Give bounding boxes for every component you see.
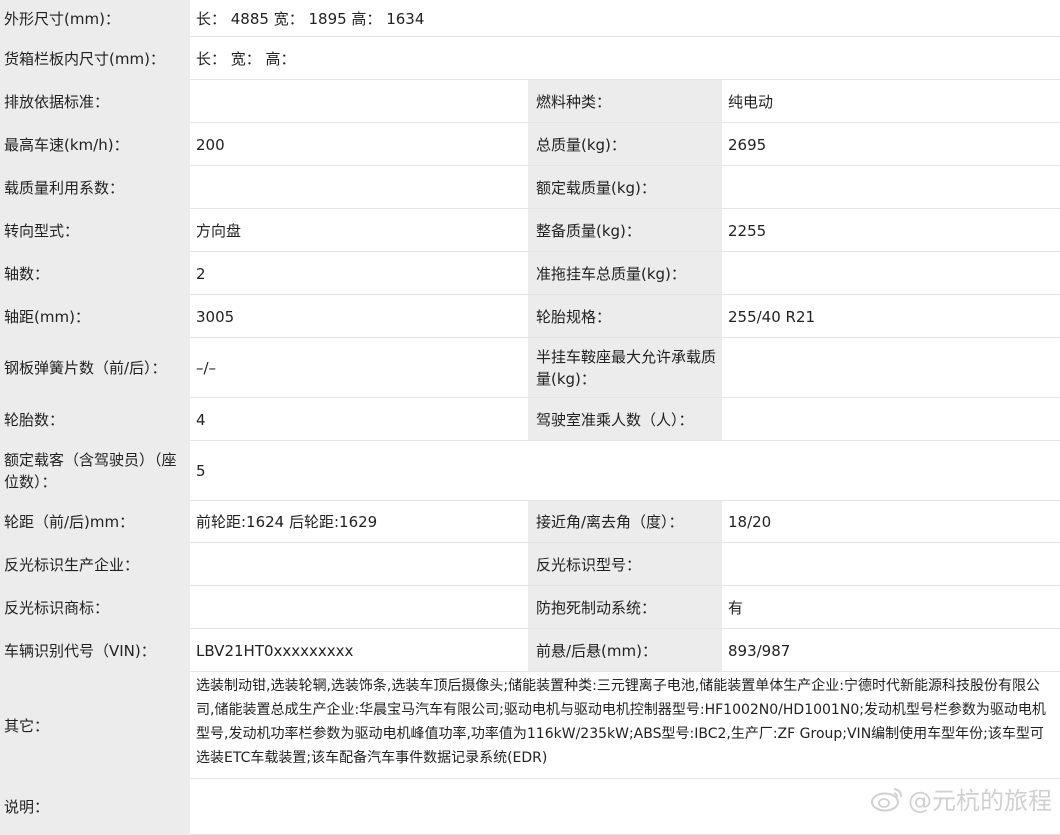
spec-row: 车辆识别代号（VIN)： LBV21HT0xxxxxxxxx 前悬/后悬(mm)： 8… xyxy=(0,629,1060,672)
field-value xyxy=(190,543,528,586)
field-value xyxy=(722,166,1060,209)
field-value: 选装制动钳,选装轮辋,选装饰条,选装车顶后摄像头;储能装置种类:三元锂离子电池,… xyxy=(190,672,1060,779)
field-label: 轮胎规格： xyxy=(528,295,722,338)
field-value: –/– xyxy=(190,338,528,398)
field-value xyxy=(722,252,1060,295)
field-label: 反光标识型号： xyxy=(528,543,722,586)
field-value: 2695 xyxy=(722,123,1060,166)
field-value xyxy=(190,166,528,209)
field-value xyxy=(722,543,1060,586)
field-label: 防抱死制动系统： xyxy=(528,586,722,629)
field-value xyxy=(190,586,528,629)
spec-row: 载质量利用系数： 额定载质量(kg)： xyxy=(0,166,1060,209)
field-value: 纯电动 xyxy=(722,80,1060,123)
spec-row: 轴距(mm)： 3005 轮胎规格： 255/40 R21 xyxy=(0,295,1060,338)
spec-row: 轮距（前/后)mm： 前轮距:1624 后轮距:1629 接近角/离去角（度）： 18… xyxy=(0,501,1060,543)
field-label: 说明： xyxy=(0,779,190,835)
field-label: 接近角/离去角（度）： xyxy=(528,501,722,543)
field-value xyxy=(722,398,1060,441)
vehicle-spec-table: 外形尺寸(mm)： 长： 4885 宽： 1895 高： 1634 货箱栏板内尺寸(… xyxy=(0,0,1060,835)
field-value: 长： 宽： 高： xyxy=(190,37,1060,80)
field-label: 总质量(kg)： xyxy=(528,123,722,166)
spec-row: 外形尺寸(mm)： 长： 4885 宽： 1895 高： 1634 xyxy=(0,0,1060,37)
field-label: 轴数： xyxy=(0,252,190,295)
field-label: 燃料种类： xyxy=(528,80,722,123)
spec-row: 额定载客（含驾驶员）（座位数）： 5 xyxy=(0,441,1060,501)
spec-row: 反光标识商标： 防抱死制动系统：有 xyxy=(0,586,1060,629)
field-label: 车辆识别代号（VIN)： xyxy=(0,629,190,672)
spec-row: 排放依据标准： 燃料种类： 纯电动 xyxy=(0,80,1060,123)
field-label: 其它： xyxy=(0,672,190,779)
spec-row: 轴数： 2 准拖挂车总质量(kg)： xyxy=(0,252,1060,295)
field-value xyxy=(190,80,528,123)
watermark: @元杭的旅程 xyxy=(870,781,1052,816)
field-label: 驾驶室准乘人数（人）： xyxy=(528,398,722,441)
field-value: 有 xyxy=(722,586,1060,629)
spec-row: 最高车速(km/h)： 200 总质量(kg)： 2695 xyxy=(0,123,1060,166)
spec-row: 轮胎数： 4 驾驶室准乘人数（人）： xyxy=(0,398,1060,441)
field-label: 前悬/后悬(mm)： xyxy=(528,629,722,672)
field-label: 货箱栏板内尺寸(mm)： xyxy=(0,37,190,80)
field-value: 200 xyxy=(190,123,528,166)
field-label: 轮胎数： xyxy=(0,398,190,441)
field-label: 额定载客（含驾驶员）（座位数）： xyxy=(0,441,190,501)
field-value: 18/20 xyxy=(722,501,1060,543)
field-label: 转向型式： xyxy=(0,209,190,252)
field-value: 5 xyxy=(190,441,1060,501)
field-value: 3005 xyxy=(190,295,528,338)
field-label: 额定载质量(kg)： xyxy=(528,166,722,209)
field-value: 2255 xyxy=(722,209,1060,252)
field-label: 轴距(mm)： xyxy=(0,295,190,338)
spec-row: 货箱栏板内尺寸(mm)： 长： 宽： 高： xyxy=(0,37,1060,80)
field-value: 2 xyxy=(190,252,528,295)
field-value: 方向盘 xyxy=(190,209,528,252)
field-label: 半挂车鞍座最大允许承载质量(kg)： xyxy=(528,338,722,398)
field-label: 外形尺寸(mm)： xyxy=(0,0,190,37)
field-label: 准拖挂车总质量(kg)： xyxy=(528,252,722,295)
field-label: 最高车速(km/h)： xyxy=(0,123,190,166)
field-value: 前轮距:1624 后轮距:1629 xyxy=(190,501,528,543)
field-label: 整备质量(kg)： xyxy=(528,209,722,252)
weibo-icon xyxy=(871,787,902,811)
spec-row: 钢板弹簧片数（前/后）： –/– 半挂车鞍座最大允许承载质量(kg)： xyxy=(0,338,1060,398)
field-label: 轮距（前/后)mm： xyxy=(0,501,190,543)
watermark-text: @元杭的旅程 xyxy=(908,787,1052,815)
field-value: 长： 4885 宽： 1895 高： 1634 xyxy=(190,0,1060,37)
field-label: 载质量利用系数： xyxy=(0,166,190,209)
spec-row: 其它： 选装制动钳,选装轮辋,选装饰条,选装车顶后摄像头;储能装置种类:三元锂离子… xyxy=(0,672,1060,779)
spec-row: 反光标识生产企业： 反光标识型号： xyxy=(0,543,1060,586)
field-value: LBV21HT0xxxxxxxxx xyxy=(190,629,528,672)
field-value: 893/987 xyxy=(722,629,1060,672)
field-value: 4 xyxy=(190,398,528,441)
field-label: 钢板弹簧片数（前/后）： xyxy=(0,338,190,398)
field-value xyxy=(722,338,1060,398)
field-label: 反光标识生产企业： xyxy=(0,543,190,586)
spec-row: 转向型式： 方向盘 整备质量(kg)： 2255 xyxy=(0,209,1060,252)
field-value: 255/40 R21 xyxy=(722,295,1060,338)
field-label: 排放依据标准： xyxy=(0,80,190,123)
field-label: 反光标识商标： xyxy=(0,586,190,629)
